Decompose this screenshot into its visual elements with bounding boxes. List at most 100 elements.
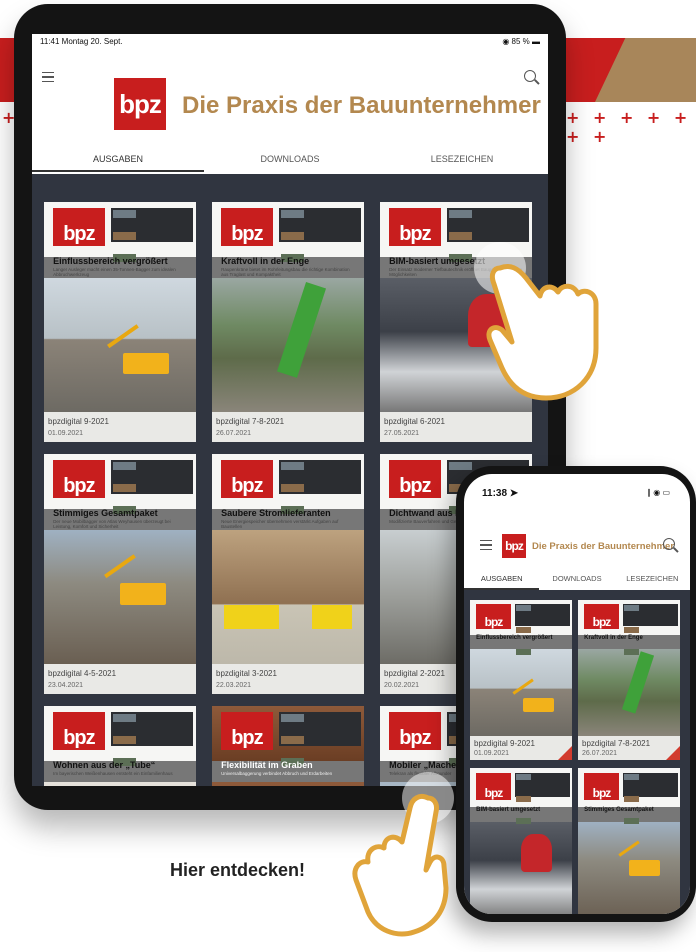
bpz-logo: bpz <box>502 534 526 558</box>
phone-device: 11:38 ➤ ∥ ◉ ▭ bpz Die Praxis der Bauunte… <box>456 466 696 922</box>
cover-contents-panel <box>622 604 678 626</box>
tab-ausgaben[interactable]: AUSGABEN <box>32 150 204 172</box>
phone-status-indicators: ∥ ◉ ▭ <box>647 488 670 497</box>
pointing-hand-icon <box>352 772 454 937</box>
issue-card[interactable]: bpz Stimmiges Gesamtpaket Der neue Mobil… <box>44 454 196 694</box>
issue-cover: bpz Saubere Stromlieferanten Neue Energi… <box>212 454 364 664</box>
issue-cover: bpz Einflussbereich vergrößert <box>470 600 572 736</box>
issue-cover: bpz Kraftvoll in der Enge <box>578 600 680 736</box>
excavator-illustration <box>123 352 169 375</box>
cover-logo: bpz <box>221 712 273 751</box>
tab-lesezeichen[interactable]: LESEZEICHEN <box>615 570 690 590</box>
issue-card[interactable]: bpz Kraftvoll in der Enge bpzdigital 7-8… <box>578 600 680 760</box>
issue-name: bpzdigital 2-2021 <box>384 669 445 678</box>
issue-cover: bpz Kraftvoll in der Enge Raupenkräne bi… <box>212 202 364 412</box>
hamburger-menu-icon[interactable] <box>480 540 492 550</box>
cover-headline: Einflussbereich vergrößert <box>53 255 168 266</box>
hamburger-menu-icon[interactable] <box>42 72 54 82</box>
app-header: bpz Die Praxis der Bauunternehmer <box>32 50 548 160</box>
cover-headline: BIM-basiert umgesetzt <box>476 807 541 813</box>
cover-logo: bpz <box>389 460 441 499</box>
download-corner-badge <box>666 746 680 760</box>
cover-photo <box>212 277 364 412</box>
issue-card[interactable]: bpz Stimmiges Gesamtpaket <box>578 768 680 914</box>
cover-subtitle: Neue Energiespeicher übernehmen verstärk… <box>221 519 339 530</box>
issue-cover: bpz Flexibilität im Graben Universalbagg… <box>212 706 364 786</box>
issue-name: bpzdigital 7-8-2021 <box>216 417 285 426</box>
tab-bar: AUSGABEN DOWNLOADS LESEZEICHEN <box>32 150 548 172</box>
status-indicators: ◉ 85 % ▬ <box>502 37 540 46</box>
issue-cover: bpz Stimmiges Gesamtpaket Der neue Mobil… <box>44 454 196 664</box>
crane-illustration <box>621 651 655 715</box>
issue-card[interactable]: bpz Einflussbereich vergrößert Langer Au… <box>44 202 196 442</box>
issue-date: 23.04.2021 <box>48 682 84 689</box>
cover-logo: bpz <box>221 208 273 247</box>
issue-date: 27.05.2021 <box>384 430 420 437</box>
cover-photo <box>212 529 364 664</box>
issue-date: 26.07.2021 <box>216 430 252 437</box>
issue-name: bpzdigital 4-5-2021 <box>48 669 117 678</box>
cover-photo <box>578 648 680 736</box>
cover-logo: bpz <box>476 604 511 629</box>
cover-headline: Einflussbereich vergrößert <box>476 635 553 642</box>
issue-date: 01.09.2021 <box>474 750 510 757</box>
bpz-logo: bpz <box>114 78 166 130</box>
cover-logo: bpz <box>476 772 511 800</box>
issue-date: 20.02.2021 <box>384 682 420 689</box>
status-bar: 11:41 Montag 20. Sept. ◉ 85 % ▬ <box>32 34 548 50</box>
issue-date: 22.03.2021 <box>216 682 252 689</box>
excavator-illustration <box>629 860 660 876</box>
phone-screen: 11:38 ➤ ∥ ◉ ▭ bpz Die Praxis der Bauunte… <box>464 474 690 914</box>
cover-contents-panel <box>514 772 570 797</box>
tab-lesezeichen[interactable]: LESEZEICHEN <box>376 150 548 172</box>
cover-logo: bpz <box>584 772 619 800</box>
worker-illustration <box>521 833 552 872</box>
issue-card[interactable]: bpz Wohnen aus der „Tube“ Im bayerischen… <box>44 706 196 786</box>
tab-ausgaben[interactable]: AUSGABEN <box>464 570 540 590</box>
excavator-illustration <box>523 697 554 712</box>
cover-logo: bpz <box>221 460 273 499</box>
promo-stage: + + + + + + + + 11:41 Montag 20. Sept. ◉… <box>0 0 696 952</box>
cover-photo <box>470 822 572 914</box>
cta-label[interactable]: Hier entdecken! <box>170 860 305 881</box>
cover-contents-panel <box>278 712 361 746</box>
cover-contents-panel <box>278 460 361 494</box>
issue-name: bpzdigital 9-2021 <box>48 417 109 426</box>
search-icon[interactable] <box>524 70 536 82</box>
issue-card[interactable]: bpz Flexibilität im Graben Universalbagg… <box>212 706 364 786</box>
cover-headline: Stimmiges Gesamtpaket <box>584 807 654 813</box>
issue-card[interactable]: bpz BIM-basiert umgesetzt <box>470 768 572 914</box>
excavator-illustration <box>120 583 166 605</box>
cover-subtitle: Universalbaggerung verbindet Abbruch und… <box>221 771 333 777</box>
issue-card[interactable]: bpz Saubere Stromlieferanten Neue Energi… <box>212 454 364 694</box>
issue-card[interactable]: bpz Einflussbereich vergrößert bpzdigita… <box>470 600 572 760</box>
cover-contents-panel <box>446 208 529 242</box>
cover-photo <box>44 529 196 664</box>
cover-headline: Flexibilität im Graben <box>221 759 313 770</box>
issue-name: bpzdigital 7-8-2021 <box>582 739 651 748</box>
cover-photo <box>578 822 680 914</box>
tab-downloads[interactable]: DOWNLOADS <box>204 150 376 172</box>
cover-headline: Saubere Stromlieferanten <box>221 507 331 518</box>
issue-name: bpzdigital 3-2021 <box>216 669 277 678</box>
tab-downloads[interactable]: DOWNLOADS <box>539 570 614 590</box>
crane-illustration <box>277 281 327 379</box>
cover-photo <box>470 648 572 736</box>
issue-card[interactable]: bpz Kraftvoll in der Enge Raupenkräne bi… <box>212 202 364 442</box>
phone-status-time: 11:38 ➤ <box>482 488 519 499</box>
issue-date: 26.07.2021 <box>582 750 618 757</box>
pointing-hand-icon <box>474 242 599 401</box>
search-icon[interactable] <box>663 538 675 550</box>
cover-logo: bpz <box>584 604 619 629</box>
cover-headline: Kraftvoll in der Enge <box>584 635 643 642</box>
plus-pattern-right: + + + + + + + <box>566 108 692 146</box>
cover-logo: bpz <box>389 712 441 751</box>
cover-headline: Wohnen aus der „Tube“ <box>53 759 156 770</box>
cover-logo: bpz <box>53 208 105 247</box>
cover-contents-panel <box>514 604 570 626</box>
cover-subtitle: Der neue Mobilbagger von Atlas Weyhausen… <box>53 519 171 530</box>
issue-cover: bpz Stimmiges Gesamtpaket <box>578 768 680 914</box>
download-corner-badge <box>558 746 572 760</box>
cover-contents-panel <box>278 208 361 242</box>
app-title: Die Praxis der Bauunternehmer <box>182 92 541 119</box>
